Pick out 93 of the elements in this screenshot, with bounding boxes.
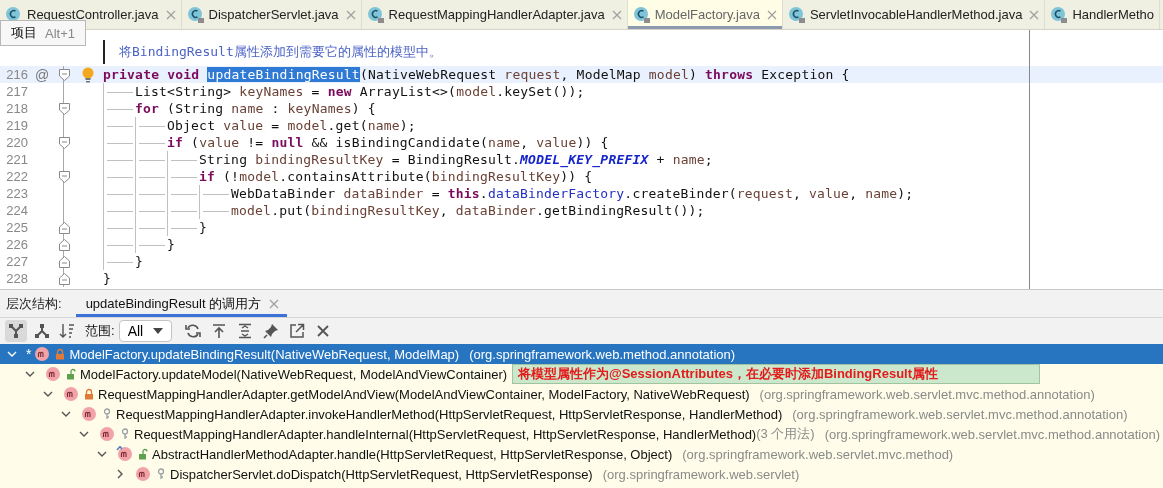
method-signature: RequestMappingHandlerAdapter.invokeHandlerMethod(HttpServletRequest, HttpServletResponse, HandlerMethod) — [116, 406, 783, 422]
fold-end-icon[interactable] — [58, 238, 70, 251]
method-signature: ModelFactory.updateModel(NativeWebRequest, ModelAndViewContainer) — [80, 366, 508, 382]
lock-icon — [84, 388, 94, 400]
package-name: (org.springframework.web.servlet.mvc.method.annotation) — [759, 386, 1095, 402]
code-line: if (value != null && isBindingCandidate(name, value)) { — [167, 134, 609, 151]
editor-tab[interactable]: ServletInvocableHandlerMethod.java — [782, 0, 1046, 29]
lock-icon — [55, 348, 66, 360]
tree-item[interactable]: * ModelFactory.updateBindingResult(NativeWebRequest, ModelMap) (org.springframework.web.method.annotation) — [0, 344, 1163, 364]
package-name: (org.springframework.web.servlet.mvc.method.annotation) — [792, 406, 1128, 422]
tree-item[interactable]: DispatcherServlet.doDispatch(HttpServletRequest, HttpServletResponse) (org.springframework.web.servlet) — [0, 464, 800, 484]
lightbulb-icon[interactable] — [80, 66, 95, 83]
doc-comment: 将BindingResult属性添加到需要它的属性的模型中。 — [103, 40, 442, 64]
key-icon — [120, 428, 130, 440]
code-line: for (String name : keyNames) { — [135, 100, 376, 117]
line-number: 218 — [5, 101, 28, 116]
key-icon — [102, 408, 112, 420]
pin-icon — [263, 323, 280, 339]
code-line: } — [103, 270, 112, 287]
sort-icon — [59, 323, 77, 339]
unlocked-icon — [138, 448, 148, 460]
hierarchy-icon — [34, 323, 50, 339]
scope-dropdown[interactable]: All — [118, 320, 173, 342]
tree-item[interactable]: RequestMappingHandlerAdapter.invokeHandlerMethod(HttpServletRequest, HttpServletResponse, HandlerMethod) (org.springframework.web.servlet.mvc.method.annotation) — [0, 404, 1128, 424]
package-name: (org.springframework.web.method.annotation) — [469, 346, 736, 362]
current-marker: * — [26, 346, 32, 362]
line-number: 225 — [5, 220, 28, 235]
fold-icon[interactable] — [58, 68, 70, 81]
tree-item[interactable]: ModelFactory.updateModel(NativeWebRequest, ModelAndViewContainer) — [0, 364, 508, 384]
fold-end-icon[interactable] — [58, 272, 70, 285]
method-signature: DispatcherServlet.doDispatch(HttpServletRequest, HttpServletResponse) — [170, 466, 593, 482]
code-line: String bindingResultKey = BindingResult.MODEL_KEY_PREFIX + name; — [199, 151, 713, 168]
unlocked-icon — [66, 368, 76, 380]
editor-tab[interactable]: DispatcherServlet.java — [181, 0, 362, 29]
code-line: Object value = model.get(name); — [167, 117, 416, 134]
caret-icon — [153, 328, 164, 334]
fold-icon[interactable] — [58, 102, 70, 115]
code-line: } — [199, 219, 208, 236]
method-signature: ModelFactory.updateBindingResult(NativeWebRequest, ModelMap) — [69, 346, 460, 362]
line-number: 228 — [5, 271, 28, 286]
refresh-icon — [185, 323, 202, 339]
fold-icon[interactable] — [58, 136, 70, 149]
usage-count: (3 个用法) — [756, 425, 815, 441]
editor-tab[interactable]: RequestMappingHandlerAdapter.java — [361, 0, 628, 29]
open-window-icon — [289, 323, 306, 339]
line-number: 219 — [5, 118, 28, 133]
method-signature: AbstractHandlerMethodAdapter.handle(HttpServletRequest, HttpServletResponse, Object) — [152, 446, 673, 462]
line-number: 227 — [5, 254, 28, 269]
close-icon[interactable] — [269, 298, 280, 309]
line-number: 220 — [5, 135, 28, 150]
line-number: 226 — [5, 237, 28, 252]
code-line: } — [135, 253, 144, 270]
line-number: 216 — [5, 67, 28, 82]
package-name: (org.springframework.web.servlet.mvc.method.annotation) — [824, 426, 1160, 442]
close-icon[interactable] — [345, 9, 356, 20]
caller-hierarchy-button[interactable] — [5, 320, 27, 342]
code-line: model.put(bindingResultKey, dataBinder.getBindingResult()); — [231, 202, 705, 219]
editor-tab[interactable]: ModelFactory.java — [627, 0, 783, 29]
editor-tab[interactable]: HandlerMetho — [1045, 0, 1161, 29]
expand-all-icon — [237, 323, 254, 339]
close-icon[interactable] — [611, 9, 622, 20]
close-icon[interactable] — [766, 9, 777, 20]
fold-icon[interactable] — [58, 170, 70, 183]
panel-tab[interactable]: updateBindingResult 的调用方 — [75, 290, 288, 317]
method-signature: RequestMappingHandlerAdapter.handleInternal(HttpServletRequest, HttpServletResponse, HandlerMethod) — [134, 426, 757, 442]
close-icon[interactable] — [165, 9, 176, 20]
code-line: List<String> keyNames = new ArrayList<>(model.keySet()); — [135, 83, 585, 100]
line-number: 222 — [5, 169, 28, 184]
arrow-up-icon — [211, 323, 228, 339]
package-name: (org.springframework.web.servlet) — [602, 466, 800, 482]
line-number: 223 — [5, 186, 28, 201]
line-number: 224 — [5, 203, 28, 218]
line-number: 217 — [5, 84, 28, 99]
scope-label: 范围: — [85, 322, 115, 340]
tree-item[interactable]: RequestMappingHandlerAdapter.getModelAndView(ModelAndViewContainer, ModelFactory, NativeWebRequest) (org.springframework.web.servlet.mvc.method.annotation) — [0, 384, 1095, 404]
code-line: private void updateBindingResult(NativeWebRequest request, ModelMap model) throws Exception { — [103, 66, 850, 83]
code-line: if (!model.containsAttribute(bindingResultKey)) { — [199, 168, 593, 185]
method-signature: RequestMappingHandlerAdapter.getModelAndView(ModelAndViewContainer, ModelFactory, NativeWebRequest) — [98, 386, 750, 402]
hierarchy-icon — [8, 323, 24, 339]
gutter-mark[interactable]: @ — [34, 66, 50, 83]
method-tooltip: 将模型属性作为@SessionAttributes，在必要时添加BindingResult属性 — [512, 364, 1040, 384]
tree-item[interactable]: AbstractHandlerMethodAdapter.handle(HttpServletRequest, HttpServletResponse, Object) (org.springframework.web.servlet.mvc.method) — [0, 444, 954, 464]
code-line: WebDataBinder dataBinder = this.dataBinderFactory.createBinder(request, value, name); — [231, 185, 914, 202]
code-line: } — [167, 236, 176, 253]
line-number: 221 — [5, 152, 28, 167]
fold-end-icon[interactable] — [58, 255, 70, 268]
close-icon[interactable] — [1029, 9, 1040, 20]
panel-title: 层次结构: — [6, 294, 62, 313]
key-icon — [156, 468, 166, 480]
package-name: (org.springframework.web.servlet.mvc.method) — [682, 446, 954, 462]
close-icon — [315, 323, 332, 339]
fold-end-icon[interactable] — [58, 221, 70, 234]
tree-item[interactable]: RequestMappingHandlerAdapter.handleInternal(HttpServletRequest, HttpServletResponse, HandlerMethod)(3 个用法) (org.springframework.web.servlet.mvc.method.annotation) — [0, 424, 1160, 444]
